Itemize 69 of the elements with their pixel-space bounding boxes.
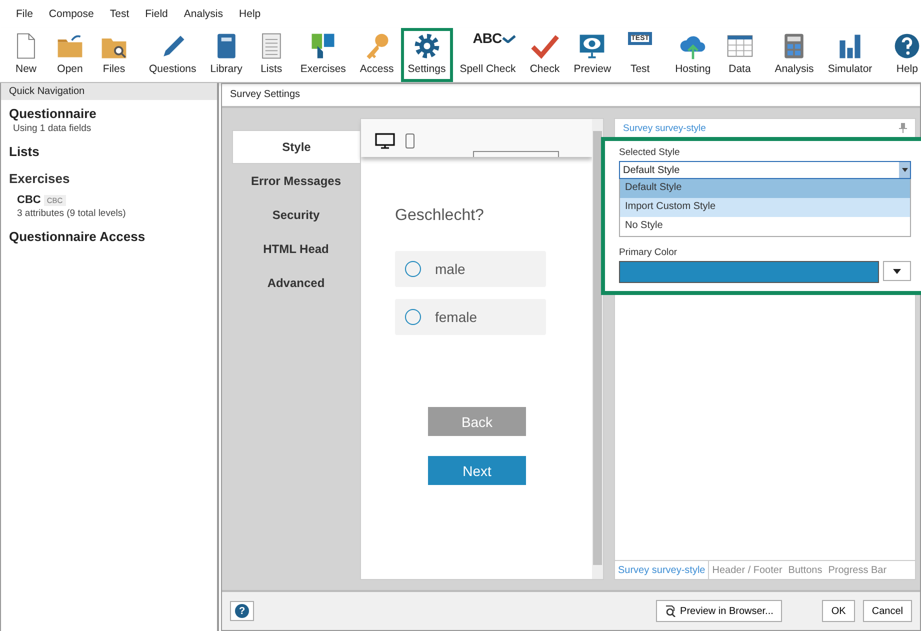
panel-tab[interactable]: Buttons <box>785 562 826 578</box>
phone-icon[interactable] <box>405 133 415 149</box>
icon-label: ABC <box>472 30 502 46</box>
toolbar-button[interactable]: Help <box>885 28 921 82</box>
radio-button[interactable] <box>405 309 421 325</box>
menu-item[interactable]: Help <box>231 6 269 28</box>
toolbar-button[interactable]: Preview <box>566 28 618 82</box>
dropdown-button[interactable] <box>883 261 911 281</box>
ok-button[interactable]: OK <box>822 600 855 622</box>
desktop-icon[interactable] <box>375 133 395 149</box>
search-icon <box>665 605 676 617</box>
field-label: Primary Color <box>619 247 678 258</box>
nav-item[interactable]: CBC <box>17 194 41 206</box>
menu-item[interactable]: Analysis <box>176 6 232 28</box>
panel-tab[interactable]: Header / Footer <box>709 562 786 578</box>
toolbar-button[interactable]: Library <box>203 28 250 82</box>
nav-heading[interactable]: Questionnaire Access <box>9 229 209 244</box>
cancel-button[interactable]: Cancel <box>862 600 912 622</box>
panel-title: Survey survey-style <box>623 122 706 134</box>
nav-heading[interactable]: Questionnaire <box>9 106 209 121</box>
pin-icon[interactable] <box>899 123 907 133</box>
nav-note: Using 1 data fields <box>13 123 92 134</box>
panel-tab[interactable]: Progress Bar <box>825 562 890 578</box>
question-text: Geschlecht? <box>395 207 485 225</box>
toolbar-button[interactable]: Simulator <box>820 28 880 82</box>
preview-button[interactable]: Preview in Browser... <box>656 600 782 622</box>
toolbar-button[interactable]: Files <box>92 28 136 82</box>
toolbar-button[interactable]: Access <box>352 28 401 82</box>
toolbar-button[interactable]: New <box>4 28 48 82</box>
answer-option[interactable]: female <box>395 299 546 335</box>
dropdown-option[interactable]: Default Style <box>620 179 910 198</box>
toolbar-button[interactable]: Check <box>522 28 567 82</box>
toolbar-button[interactable]: Analysis <box>768 28 821 82</box>
checkmark-icon <box>502 35 516 43</box>
toolbar-button[interactable]: Questions <box>142 28 204 82</box>
settings-tab[interactable]: Error Messages <box>232 164 360 198</box>
toolbar-button[interactable]: Settings <box>400 28 453 82</box>
settings-tab[interactable]: HTML Head <box>232 232 360 266</box>
toolbar-button[interactable]: Hosting <box>668 28 718 82</box>
menu-item[interactable]: Field <box>137 6 176 28</box>
help-button[interactable]: ? <box>230 601 254 621</box>
scrollbar[interactable] <box>592 119 603 579</box>
settings-tab[interactable]: Security <box>232 198 360 232</box>
dropdown-option[interactable]: Import Custom Style <box>620 198 910 217</box>
dropdown-field[interactable] <box>473 151 559 157</box>
panel-tab[interactable]: Survey survey-style <box>615 561 710 579</box>
nav-heading[interactable]: Exercises <box>9 171 209 186</box>
toolbar-button[interactable]: Open <box>48 28 92 82</box>
toolbar-button[interactable]: ABC Spell Check <box>452 28 523 82</box>
nav-note: 3 attributes (9 total levels) <box>17 208 127 219</box>
color-swatch[interactable] <box>619 261 879 283</box>
toolbar-button[interactable]: Data <box>718 28 762 82</box>
style-dropdown[interactable]: Default Style <box>619 161 911 179</box>
menu-item[interactable]: File <box>8 6 41 28</box>
settings-tab[interactable]: Advanced <box>232 266 360 300</box>
panel-title: Quick Navigation <box>1 83 217 100</box>
toolbar-button[interactable]: Exercises <box>293 28 353 82</box>
field-label: Selected Style <box>619 147 681 158</box>
menu-item[interactable]: Compose <box>40 6 102 28</box>
next-button[interactable]: Next <box>428 456 526 485</box>
answer-option[interactable]: male <box>395 251 546 287</box>
nav-heading[interactable]: Lists <box>9 144 209 159</box>
dropdown-option[interactable]: No Style <box>620 217 910 236</box>
menu-item[interactable]: Test <box>102 6 138 28</box>
toolbar-button[interactable]: Lists <box>249 28 294 82</box>
radio-button[interactable] <box>405 261 421 277</box>
settings-tab[interactable]: Style <box>232 130 360 164</box>
caret-icon <box>893 268 901 274</box>
caret-icon <box>902 168 908 172</box>
